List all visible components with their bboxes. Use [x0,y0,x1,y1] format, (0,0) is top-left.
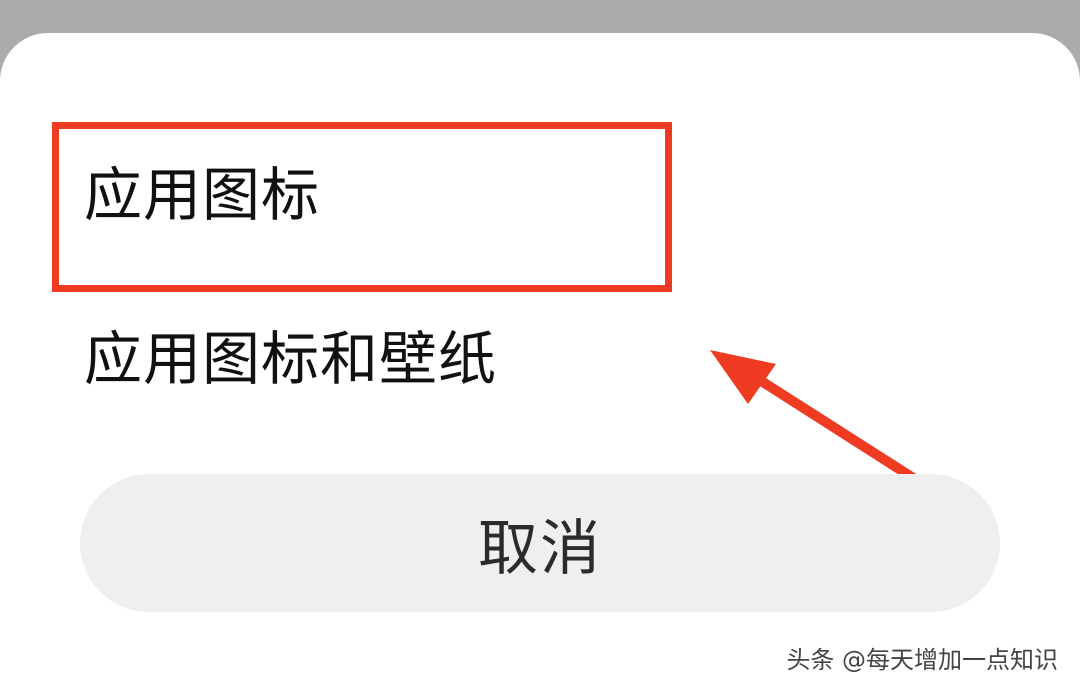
option-app-icons[interactable]: 应用图标 [84,166,320,224]
cancel-button[interactable]: 取消 [80,474,1000,612]
option-app-icons-and-wallpaper[interactable]: 应用图标和壁纸 [84,330,497,388]
watermark-text: 头条 @每天增加一点知识 [786,646,1058,674]
